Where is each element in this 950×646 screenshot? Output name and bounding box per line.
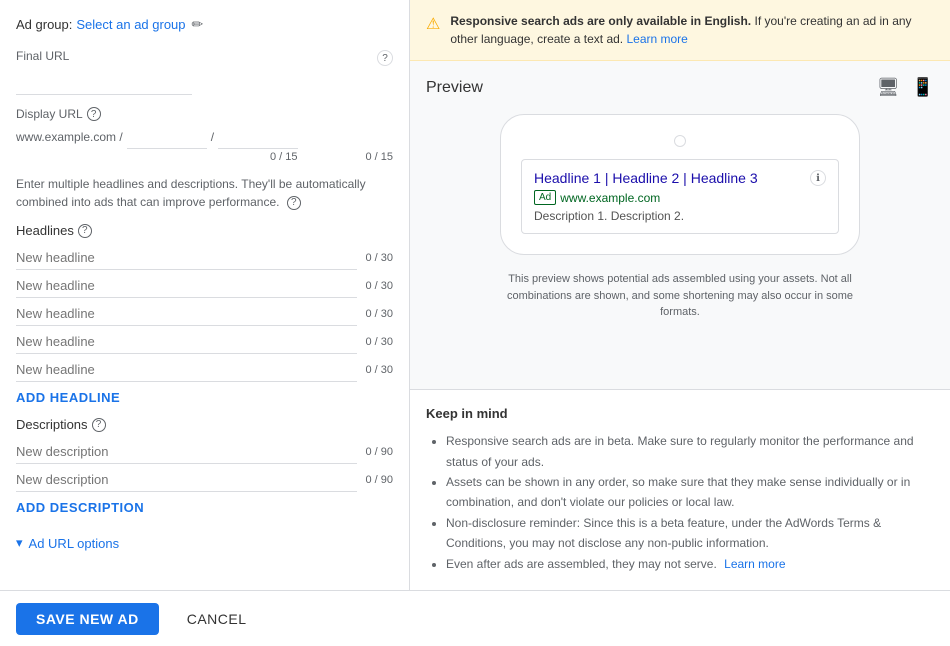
keep-in-mind: Keep in mind Responsive search ads are i… [410, 389, 950, 590]
ad-info-icon[interactable]: ℹ [810, 170, 826, 186]
chevron-down-icon: ▾ [16, 535, 23, 551]
preview-title: Preview [426, 79, 483, 97]
headline-count-3: 0 / 30 [365, 308, 393, 320]
ad-badge: Ad [534, 190, 556, 205]
ad-card-inner: Headline 1 | Headline 2 | Headline 3 ℹ A… [521, 159, 839, 234]
description-field-1: 0 / 90 [16, 440, 393, 464]
preview-device-icons: 🖥 📱 [877, 77, 934, 98]
warning-text: Responsive search ads are only available… [450, 12, 934, 48]
warning-banner: ⚠ Responsive search ads are only availab… [410, 0, 950, 61]
keep-in-mind-item-1: Responsive search ads are in beta. Make … [446, 431, 934, 472]
description-field-2: 0 / 90 [16, 468, 393, 492]
main-container: Ad group: Select an ad group ✏ Final URL… [0, 0, 950, 646]
headline-count-5: 0 / 30 [365, 364, 393, 376]
final-url-label: Final URL [16, 49, 69, 63]
display-url-label: Display URL ? [16, 107, 393, 121]
keep-in-mind-item-4: Even after ads are assembled, they may n… [446, 554, 934, 574]
display-url-count1: 0 / 15 [270, 151, 298, 163]
keep-in-mind-item-3: Non-disclosure reminder: Since this is a… [446, 513, 934, 554]
preview-header: Preview 🖥 📱 [426, 77, 934, 98]
mobile-icon[interactable]: 📱 [912, 77, 934, 98]
headlines-help-icon[interactable]: ? [78, 224, 92, 238]
final-url-input[interactable] [16, 71, 192, 95]
cancel-button[interactable]: CANCEL [175, 603, 259, 635]
save-new-ad-button[interactable]: SAVE NEW AD [16, 603, 159, 635]
ad-description: Description 1. Description 2. [534, 209, 826, 223]
warning-learn-more-link[interactable]: Learn more [626, 32, 687, 46]
ad-url-options[interactable]: ▾ Ad URL options [16, 535, 393, 551]
keep-in-mind-list: Responsive search ads are in beta. Make … [426, 431, 934, 574]
headline-field-2: 0 / 30 [16, 274, 393, 298]
headline-field-5: 0 / 30 [16, 358, 393, 382]
display-url-slash: / [211, 130, 214, 144]
ad-url-text: www.example.com [560, 191, 660, 205]
headline-count-4: 0 / 30 [365, 336, 393, 348]
right-panel: ⚠ Responsive search ads are only availab… [410, 0, 950, 590]
description-input-2[interactable] [16, 468, 357, 492]
description-count-1: 0 / 90 [365, 446, 393, 458]
ad-url-row: Ad www.example.com [534, 190, 826, 205]
headline-input-5[interactable] [16, 358, 357, 382]
ad-group-row: Ad group: Select an ad group ✏ [16, 16, 393, 33]
headlines-section-label: Headlines ? [16, 223, 393, 238]
preview-section: Preview 🖥 📱 Headline 1 | Headline 2 | He… [410, 61, 950, 389]
headline-field-3: 0 / 30 [16, 302, 393, 326]
headline-input-3[interactable] [16, 302, 357, 326]
headline-input-2[interactable] [16, 274, 357, 298]
keep-in-mind-item-2: Assets can be shown in any order, so mak… [446, 472, 934, 513]
learn-more-link[interactable]: Learn more [724, 557, 785, 571]
display-url-row: Display URL ? www.example.com / / 0 / 15… [16, 107, 393, 163]
ad-group-label: Ad group: [16, 17, 72, 32]
description-input-1[interactable] [16, 440, 357, 464]
display-url-static: www.example.com / [16, 130, 123, 144]
hint-help-icon[interactable]: ? [287, 196, 301, 210]
headline-field-4: 0 / 30 [16, 330, 393, 354]
display-url-help-icon[interactable]: ? [87, 107, 101, 121]
headline-input-4[interactable] [16, 330, 357, 354]
display-url-count2: 0 / 15 [365, 151, 393, 163]
left-panel: Ad group: Select an ad group ✏ Final URL… [0, 0, 410, 590]
headline-count-2: 0 / 30 [365, 280, 393, 292]
display-url-path2-input[interactable] [218, 125, 298, 149]
ad-headline: Headline 1 | Headline 2 | Headline 3 ℹ [534, 170, 826, 186]
add-description-link[interactable]: ADD DESCRIPTION [16, 500, 144, 515]
descriptions-section-label: Descriptions ? [16, 417, 393, 432]
descriptions-help-icon[interactable]: ? [92, 418, 106, 432]
preview-note: This preview shows potential ads assembl… [500, 271, 860, 321]
select-ad-group-link[interactable]: Select an ad group [76, 17, 185, 32]
headline-input-1[interactable] [16, 246, 357, 270]
content-area: Ad group: Select an ad group ✏ Final URL… [0, 0, 950, 590]
hint-text: Enter multiple headlines and description… [16, 175, 393, 211]
keep-in-mind-title: Keep in mind [426, 406, 934, 421]
headline-field-1: 0 / 30 [16, 246, 393, 270]
description-fields: 0 / 90 0 / 90 [16, 440, 393, 492]
edit-icon[interactable]: ✏ [192, 16, 204, 33]
final-url-field: Final URL ? [16, 49, 393, 95]
headline-fields: 0 / 30 0 / 30 0 / 30 [16, 246, 393, 382]
display-url-path1-input[interactable] [127, 125, 207, 149]
description-count-2: 0 / 90 [365, 474, 393, 486]
final-url-info-icon[interactable]: ? [377, 50, 393, 66]
headline-count-1: 0 / 30 [365, 252, 393, 264]
ad-preview-card: Headline 1 | Headline 2 | Headline 3 ℹ A… [500, 114, 860, 255]
footer: SAVE NEW AD CANCEL [0, 590, 950, 646]
warning-icon: ⚠ [426, 13, 440, 37]
add-headline-link[interactable]: ADD HEADLINE [16, 390, 120, 405]
phone-notch [674, 135, 686, 147]
desktop-icon[interactable]: 🖥 [877, 77, 900, 98]
